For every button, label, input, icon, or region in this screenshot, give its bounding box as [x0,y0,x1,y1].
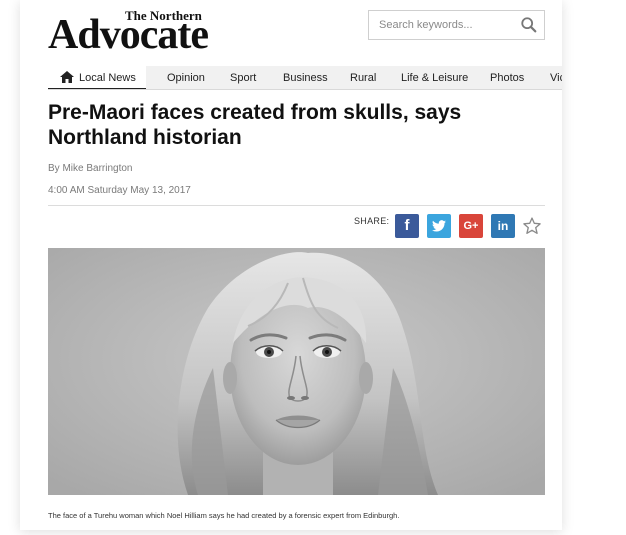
nav-item-video[interactable]: Vic [550,66,562,89]
nav-item-opinion[interactable]: Opinion [167,66,205,89]
search-input[interactable] [369,11,514,39]
twitter-icon [432,220,446,232]
section-nav: Local News Opinion Sport Business Rural … [48,66,562,90]
star-icon[interactable] [522,216,542,236]
share-label: SHARE: [354,216,390,226]
nav-item-rural[interactable]: Rural [350,66,376,89]
article-photo[interactable] [48,248,545,495]
facebook-icon: f [404,217,410,234]
article-byline[interactable]: By Mike Barrington [48,163,132,174]
nav-item-photos[interactable]: Photos [490,66,524,89]
search-box [368,10,545,40]
nav-item-life-leisure[interactable]: Life & Leisure [401,66,468,89]
nav-item-local-news[interactable]: Local News [48,66,146,89]
twitter-share-button[interactable] [427,214,451,238]
nav-item-sport[interactable]: Sport [230,66,256,89]
article-headline: Pre-Maori faces created from skulls, say… [48,101,462,149]
google-plus-share-button[interactable]: G+ [459,214,483,238]
google-plus-icon: G+ [463,220,479,232]
linkedin-share-button[interactable]: in [491,214,515,238]
nav-item-business[interactable]: Business [283,66,328,89]
divider [48,205,545,206]
linkedin-icon: in [497,219,509,233]
masthead-logo[interactable]: The Northern Advocate [48,8,288,58]
search-icon[interactable] [520,16,538,34]
home-icon [60,71,74,83]
article-date: 4:00 AM Saturday May 13, 2017 [48,185,191,196]
masthead-title: Advocate [48,12,209,58]
facebook-share-button[interactable]: f [395,214,419,238]
nav-label: Local News [79,72,136,84]
photo-caption: The face of a Turehu woman which Noel Hi… [48,511,400,520]
